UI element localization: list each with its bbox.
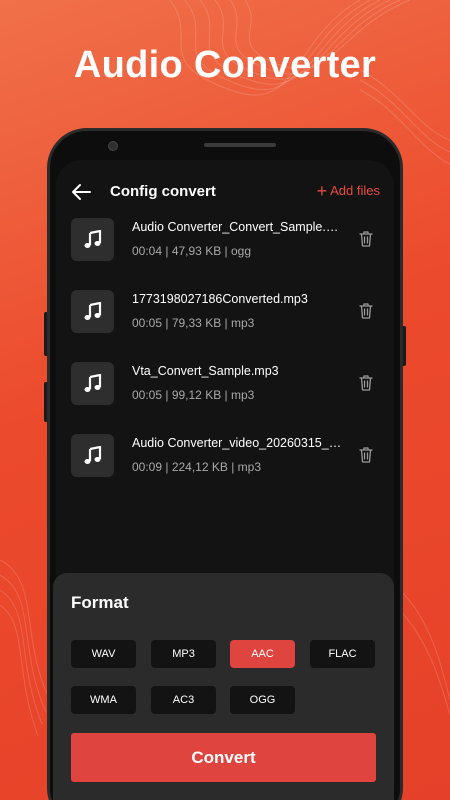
file-size: 79,33 KB	[171, 316, 222, 330]
music-note-icon	[84, 373, 101, 392]
add-files-label: Add files	[330, 183, 380, 198]
format-sheet: Format WAV MP3 AAC FLAC WMA AC3 OGG Conv…	[53, 573, 394, 800]
file-thumbnail	[71, 434, 114, 477]
speaker-grille	[204, 143, 276, 147]
file-extension: ogg	[231, 244, 252, 258]
trash-icon[interactable]	[358, 302, 374, 320]
format-option-ogg[interactable]: OGG	[230, 686, 295, 714]
file-thumbnail	[71, 218, 114, 261]
file-name: Audio Converter_video_20260315_093012.mp…	[132, 436, 342, 450]
file-duration: 00:05	[132, 316, 163, 330]
format-option-wma[interactable]: WMA	[71, 686, 136, 714]
file-size: 99,12 KB	[171, 388, 222, 402]
file-size: 47,93 KB	[171, 244, 222, 258]
file-duration: 00:05	[132, 388, 163, 402]
format-option-mp3[interactable]: MP3	[151, 640, 216, 668]
list-item[interactable]: Audio Converter_Convert_Sample.ogg 00:04…	[56, 208, 394, 270]
file-meta: 00:05 | 99,12 KB | mp3	[132, 388, 255, 402]
file-meta: 00:09 | 224,12 KB | mp3	[132, 460, 262, 474]
file-thumbnail	[71, 362, 114, 405]
file-duration: 00:09	[132, 460, 163, 474]
file-extension: mp3	[231, 316, 255, 330]
page-title: Config convert	[110, 183, 216, 200]
arrow-left-icon[interactable]	[70, 182, 92, 202]
music-note-icon	[84, 229, 101, 248]
list-item[interactable]: Audio Converter_video_20260315_093012.mp…	[56, 424, 394, 486]
music-note-icon	[84, 301, 101, 320]
music-note-icon	[84, 445, 101, 464]
camera-icon	[108, 141, 118, 151]
trash-icon[interactable]	[358, 446, 374, 464]
file-meta: 00:05 | 79,33 KB | mp3	[132, 316, 255, 330]
plus-icon: +	[316, 180, 328, 201]
list-item[interactable]: 1773198027186Converted.mp3 00:05 | 79,33…	[56, 280, 394, 342]
trash-icon[interactable]	[358, 374, 374, 392]
file-duration: 00:04	[132, 244, 163, 258]
file-meta: 00:04 | 47,93 KB | ogg	[132, 244, 252, 258]
format-option-flac[interactable]: FLAC	[310, 640, 375, 668]
file-extension: mp3	[237, 460, 262, 474]
file-name: Audio Converter_Convert_Sample.ogg	[132, 220, 342, 234]
format-title: Format	[71, 593, 129, 612]
format-option-ac3[interactable]: AC3	[151, 686, 216, 714]
format-option-wav[interactable]: WAV	[71, 640, 136, 668]
convert-button[interactable]: Convert	[71, 733, 376, 782]
file-name: Vta_Convert_Sample.mp3	[132, 364, 279, 378]
promo-headline: Audio Converter	[73, 44, 377, 86]
file-extension: mp3	[231, 388, 255, 402]
list-item[interactable]: Vta_Convert_Sample.mp3 00:05 | 99,12 KB …	[56, 352, 394, 414]
trash-icon[interactable]	[358, 230, 374, 248]
file-size: 224,12 KB	[171, 460, 228, 474]
format-option-aac[interactable]: AAC	[230, 640, 295, 668]
add-files-button[interactable]: + Add files	[316, 180, 380, 201]
file-name: 1773198027186Converted.mp3	[132, 292, 308, 306]
file-thumbnail	[71, 290, 114, 333]
